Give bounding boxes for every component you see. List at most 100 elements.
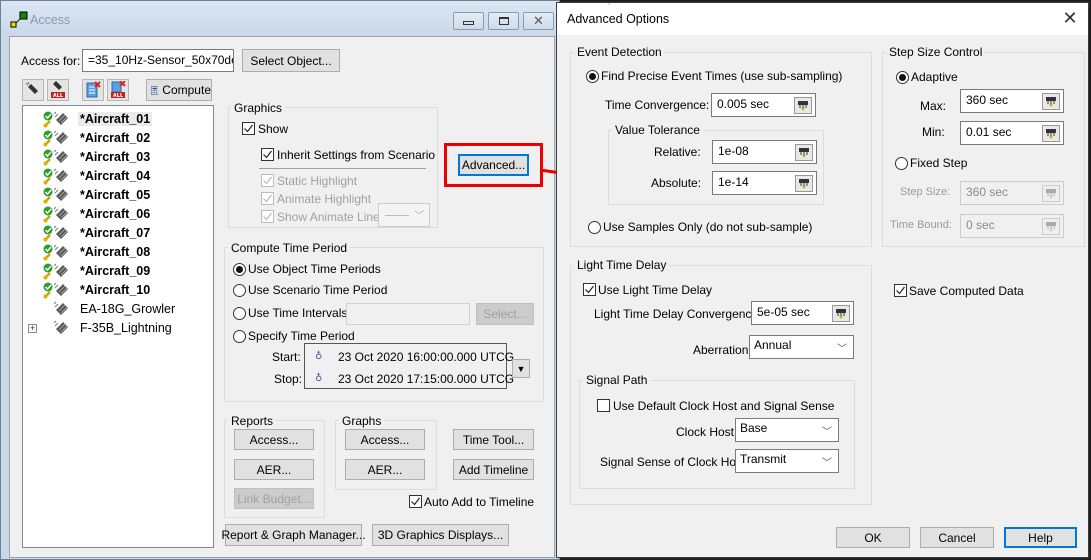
- link-budget-button[interactable]: Link Budget...: [234, 488, 314, 509]
- access-for-field[interactable]: =35_10Hz-Sensor_50x70deg: [82, 49, 234, 72]
- aberration-value: Annual: [754, 338, 792, 352]
- maximize-button[interactable]: [488, 12, 519, 30]
- remove-all-report-button[interactable]: ALL: [107, 79, 129, 101]
- aircraft-icon: [54, 320, 68, 334]
- remove-access-icon: [25, 82, 38, 94]
- step-size-value: 360 sec: [966, 185, 1009, 199]
- use-time-intervals-radio[interactable]: [233, 307, 246, 320]
- advanced-options-dialog: Advanced Options ✕ Event Detection Find …: [556, 2, 1089, 558]
- clock-host-dropdown[interactable]: Base ﹀: [735, 418, 839, 442]
- close-icon[interactable]: ✕: [1060, 8, 1080, 29]
- graphs-access-button[interactable]: Access...: [345, 429, 425, 450]
- ltd-convergence-label: Light Time Delay Convergence:: [594, 307, 762, 321]
- units-button[interactable]: [1042, 185, 1060, 202]
- animate-highlight-checkbox[interactable]: [261, 192, 274, 205]
- ok-button[interactable]: OK: [836, 527, 910, 548]
- units-button[interactable]: [794, 97, 812, 114]
- aberration-dropdown[interactable]: Annual ﹀: [749, 335, 854, 359]
- use-light-time-delay-checkbox[interactable]: [583, 283, 596, 296]
- show-animate-line-checkbox[interactable]: [261, 210, 274, 223]
- use-default-clock-host-checkbox[interactable]: [597, 399, 610, 412]
- checkmark-icon: [263, 212, 272, 221]
- units-icon: [1046, 96, 1056, 107]
- find-precise-radio[interactable]: [586, 70, 599, 83]
- use-scenario-time-period-radio[interactable]: [233, 284, 246, 297]
- time-bound-value: 0 sec: [966, 218, 995, 232]
- time-period-box: ♁ 23 Oct 2020 16:00:00.000 UTCG ♁ 23 Oct…: [304, 343, 514, 389]
- report-graph-manager-button[interactable]: Report & Graph Manager...: [221, 524, 366, 546]
- graphs-aer-button[interactable]: AER...: [345, 459, 425, 480]
- absolute-value: 1e-14: [718, 175, 749, 189]
- time-period-dropdown-button[interactable]: ▼: [512, 359, 530, 378]
- compute-label: Compute: [162, 83, 211, 97]
- select-object-button[interactable]: Select Object...: [242, 49, 340, 72]
- aircraft-icon: [54, 111, 68, 125]
- line-style-dropdown[interactable]: ﹀: [378, 203, 430, 227]
- object-tree[interactable]: *Aircraft_01 *Aircraft_02 *Aircraft_03 *Air…: [22, 105, 214, 548]
- start-time-value[interactable]: 23 Oct 2020 16:00:00.000 UTCG: [338, 350, 514, 364]
- auto-add-timeline-checkbox[interactable]: [409, 495, 422, 508]
- svg-text:ALL: ALL: [53, 93, 64, 99]
- reports-aer-button[interactable]: AER...: [234, 459, 314, 480]
- add-timeline-button[interactable]: Add Timeline: [453, 459, 534, 480]
- static-highlight-checkbox[interactable]: [261, 174, 274, 187]
- maximize-icon: [498, 17, 509, 25]
- chevron-down-icon: ﹀: [822, 458, 832, 469]
- ltd-convergence-field[interactable]: 5e-05 sec: [751, 301, 854, 325]
- 3d-graphics-displays-button[interactable]: 3D Graphics Displays...: [372, 524, 509, 546]
- absolute-field[interactable]: 1e-14: [712, 171, 817, 195]
- step-size-field[interactable]: 360 sec: [960, 181, 1064, 205]
- min-step-field[interactable]: 0.01 sec: [960, 121, 1064, 145]
- tree-item-icons: [43, 130, 70, 147]
- signal-sense-dropdown[interactable]: Transmit ﹀: [735, 449, 839, 473]
- units-button[interactable]: [832, 305, 850, 322]
- time-tool-button[interactable]: Time Tool...: [453, 429, 534, 450]
- time-bound-field[interactable]: 0 sec: [960, 214, 1064, 238]
- units-button[interactable]: [795, 144, 813, 161]
- remove-all-access-button[interactable]: ALL: [47, 79, 69, 101]
- tree-item-label: *Aircraft_04: [80, 169, 151, 183]
- help-button[interactable]: Help: [1004, 527, 1077, 548]
- access-window-title: Access: [30, 13, 71, 27]
- time-convergence-field[interactable]: 0.005 sec: [711, 93, 816, 117]
- compute-button[interactable]: Compute: [146, 79, 212, 101]
- aberration-label: Aberration: [693, 343, 749, 357]
- units-button[interactable]: [1042, 218, 1060, 235]
- advanced-button[interactable]: Advanced...: [458, 154, 529, 176]
- units-icon: [799, 178, 809, 189]
- access-titlebar[interactable]: Access ✕: [1, 1, 559, 39]
- advanced-titlebar[interactable]: Advanced Options ✕: [557, 3, 1088, 35]
- use-samples-only-radio[interactable]: [588, 221, 601, 234]
- max-step-field[interactable]: 360 sec: [960, 89, 1064, 113]
- units-button[interactable]: [1042, 125, 1060, 142]
- relative-field[interactable]: 1e-08: [712, 140, 817, 164]
- minimize-button[interactable]: [453, 12, 484, 30]
- adaptive-radio[interactable]: [896, 71, 909, 84]
- stop-time-value[interactable]: 23 Oct 2020 17:15:00.000 UTCG: [338, 372, 514, 386]
- light-time-delay-label: Light Time Delay: [574, 258, 670, 272]
- specify-time-period-radio[interactable]: [233, 330, 246, 343]
- signal-sense-label: Signal Sense of Clock Host:: [600, 455, 749, 469]
- remove-report-button[interactable]: [82, 79, 104, 101]
- expand-icon[interactable]: +: [28, 324, 37, 333]
- fixed-step-radio[interactable]: [895, 157, 908, 170]
- time-intervals-select-button[interactable]: Select...: [476, 303, 534, 325]
- tree-item-label: *Aircraft_05: [80, 188, 151, 202]
- use-object-time-periods-radio[interactable]: [233, 263, 246, 276]
- save-computed-data-checkbox[interactable]: [894, 284, 907, 297]
- inherit-settings-checkbox[interactable]: [261, 148, 274, 161]
- chevron-down-icon: ﹀: [822, 427, 832, 438]
- time-intervals-field[interactable]: [346, 303, 470, 325]
- show-checkbox[interactable]: [242, 122, 255, 135]
- remove-access-button[interactable]: [22, 79, 44, 101]
- units-button[interactable]: [1042, 93, 1060, 110]
- tree-item-icons: [43, 282, 70, 299]
- units-button[interactable]: [795, 175, 813, 192]
- tree-item-label: *Aircraft_06: [80, 207, 151, 221]
- aircraft-icon: [54, 187, 68, 201]
- cancel-button[interactable]: Cancel: [920, 527, 994, 548]
- close-button[interactable]: ✕: [523, 12, 554, 30]
- reports-access-button[interactable]: Access...: [234, 429, 314, 450]
- tree-item-icons: [43, 225, 70, 242]
- tree-item-icons: [43, 263, 70, 280]
